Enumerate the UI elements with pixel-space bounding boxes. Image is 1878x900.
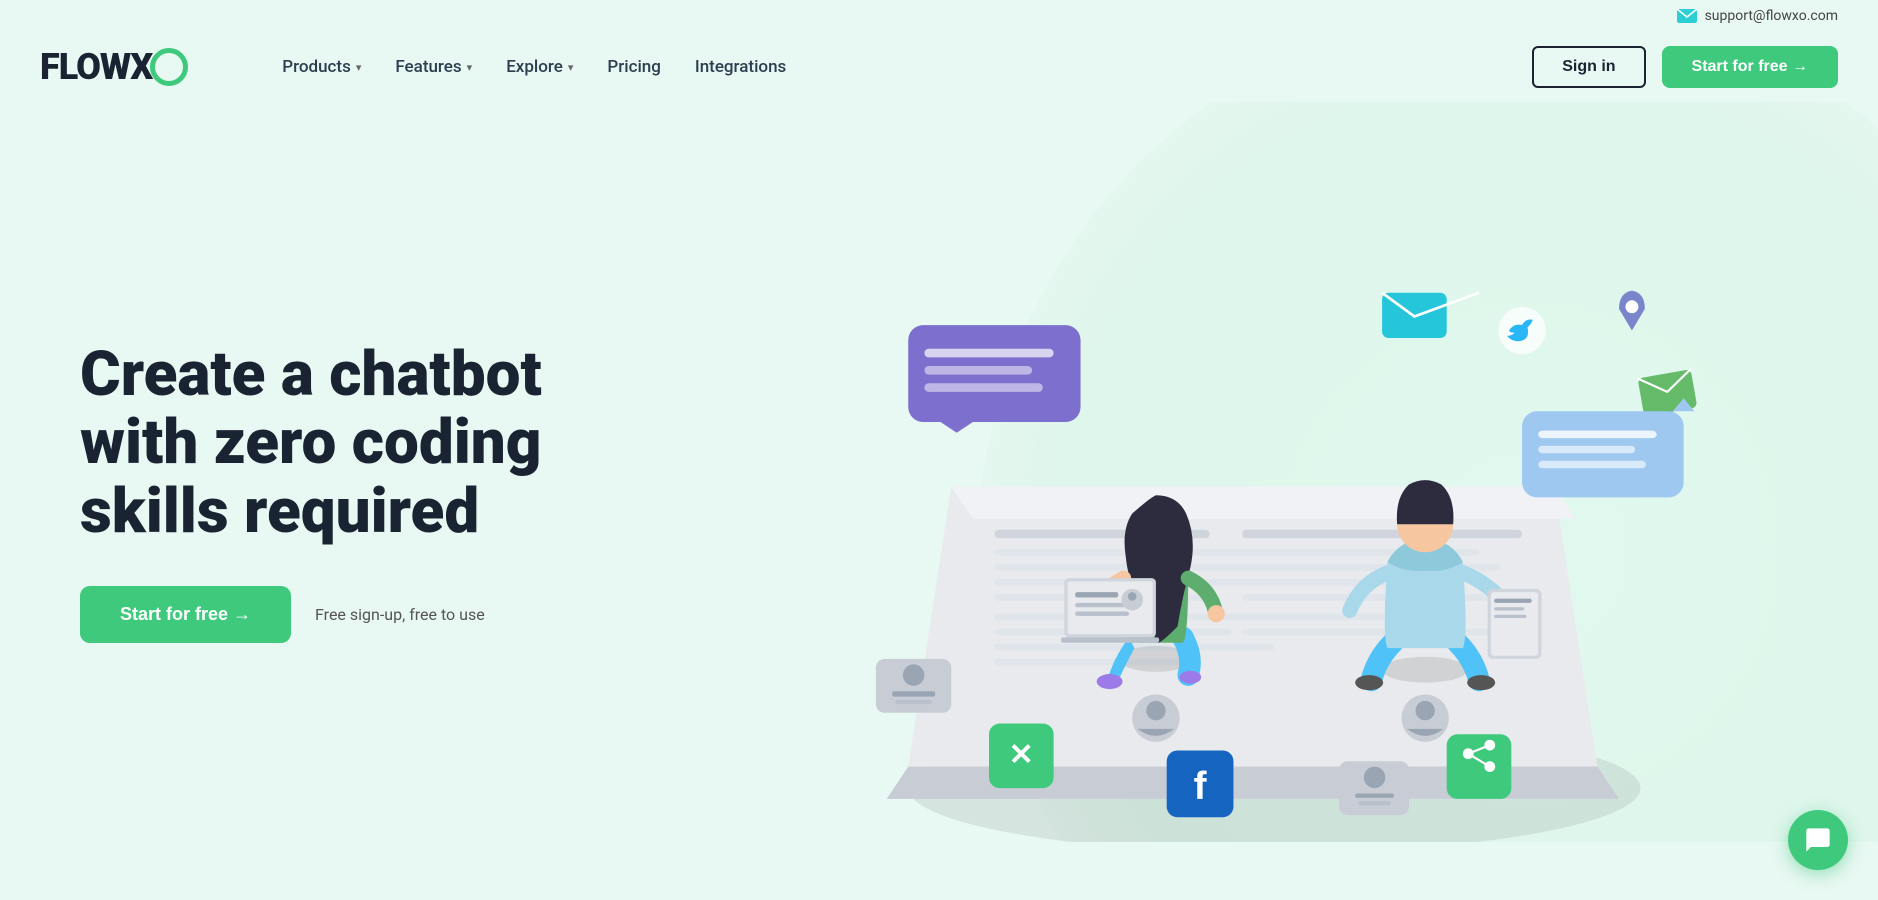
support-email[interactable]: support@flowxo.com: [1677, 8, 1838, 24]
logo-text: FLOWX: [40, 46, 152, 88]
svg-text:f: f: [1194, 765, 1207, 808]
start-free-button-nav[interactable]: Start for free →: [1662, 46, 1838, 88]
nav-links: Products ▾ Features ▾ Explore ▾ Pricing: [268, 49, 800, 85]
nav-item-integrations[interactable]: Integrations: [681, 49, 800, 85]
nav-actions: Sign in Start for free →: [1532, 46, 1838, 88]
hero-svg: ✕ f: [600, 142, 1798, 842]
nav-item-pricing[interactable]: Pricing: [593, 49, 675, 85]
nav-link-features[interactable]: Features ▾: [381, 49, 486, 85]
logo[interactable]: FLOWX: [40, 46, 188, 88]
hero-subtext: Free sign-up, free to use: [315, 605, 485, 624]
svg-text:✕: ✕: [1009, 738, 1034, 771]
top-bar: support@flowxo.com: [0, 0, 1878, 32]
nav-item-products[interactable]: Products ▾: [268, 49, 375, 85]
nav-item-features[interactable]: Features ▾: [381, 49, 486, 85]
email-icon: [1677, 9, 1697, 23]
hero-illustration: ✕ f: [600, 142, 1798, 842]
hero-section: Create a chatbot with zero coding skills…: [0, 102, 1878, 842]
explore-chevron: ▾: [568, 61, 574, 74]
hero-headline: Create a chatbot with zero coding skills…: [80, 341, 600, 546]
signin-button[interactable]: Sign in: [1532, 46, 1645, 88]
products-chevron: ▾: [356, 61, 362, 74]
nav-link-pricing[interactable]: Pricing: [593, 49, 675, 85]
nav-center: Products ▾ Features ▾ Explore ▾ Pricing: [188, 49, 1532, 85]
hero-cta: Start for free → Free sign-up, free to u…: [80, 586, 600, 643]
chat-icon: [1804, 826, 1832, 854]
nav-item-explore[interactable]: Explore ▾: [492, 49, 587, 85]
navbar: FLOWX Products ▾ Features ▾ Explore ▾: [0, 32, 1878, 102]
features-chevron: ▾: [467, 61, 473, 74]
start-free-button-hero[interactable]: Start for free →: [80, 586, 291, 643]
nav-link-explore[interactable]: Explore ▾: [492, 49, 587, 85]
email-text: support@flowxo.com: [1705, 8, 1838, 24]
nav-link-products[interactable]: Products ▾: [268, 49, 375, 85]
nav-link-integrations[interactable]: Integrations: [681, 49, 800, 85]
logo-circle-o: [150, 48, 188, 86]
chat-fab-button[interactable]: [1788, 810, 1848, 870]
hero-left: Create a chatbot with zero coding skills…: [80, 341, 600, 643]
